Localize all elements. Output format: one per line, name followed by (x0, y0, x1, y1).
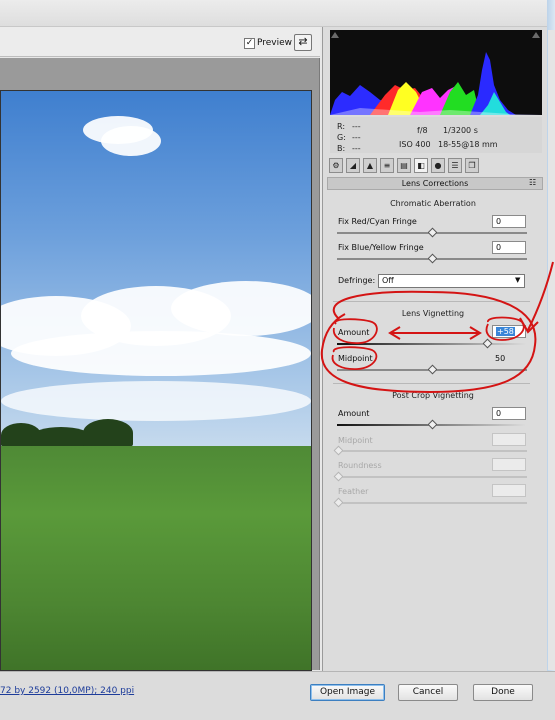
iso: ISO 400 (399, 140, 431, 149)
defringe-select[interactable]: Off (378, 274, 525, 288)
section-divider (333, 301, 530, 302)
panel-title: Lens Corrections (327, 177, 543, 190)
vignette-amount-input[interactable]: +58 (492, 325, 526, 338)
fullscreen-toggle-icon: ⇄ (298, 35, 308, 48)
done-button[interactable]: Done (473, 684, 533, 701)
vignette-amount-slider-track[interactable] (337, 343, 527, 345)
vignette-midpoint-value[interactable]: 50 (495, 354, 505, 363)
lens-info: 18-55@18 mm (438, 140, 498, 149)
basic-icon[interactable]: ⚙ (329, 158, 343, 173)
snapshots-icon[interactable]: ❐ (465, 158, 479, 173)
postcrop-amount-label: Amount (338, 409, 370, 418)
chromatic-aberration-heading: Chromatic Aberration (390, 199, 476, 208)
window-title-bar (0, 0, 555, 27)
post-crop-vignetting-heading: Post Crop Vignetting (392, 391, 474, 400)
image-canvas (0, 58, 320, 671)
panel-tabs: ⚙ ◢ ▲ ≡ ▤ ◧ ● ☰ ❐ (327, 158, 543, 175)
highlight-clipping-toggle[interactable] (532, 32, 540, 38)
cloud-shape (11, 331, 311, 376)
photo-preview[interactable] (0, 90, 312, 671)
shutter-speed: 1/3200 s (443, 126, 478, 135)
fullscreen-toggle-button[interactable]: ⇄ (294, 34, 312, 51)
blue-yellow-input[interactable]: 0 (492, 241, 526, 254)
postcrop-feather-input (492, 484, 526, 497)
r-value: --- (352, 122, 361, 131)
cloud-shape (1, 381, 311, 421)
postcrop-midpoint-slider-track (337, 450, 527, 452)
postcrop-roundness-input (492, 458, 526, 471)
aperture: f/8 (417, 126, 428, 135)
lens-vignetting-heading: Lens Vignetting (401, 309, 465, 318)
tree-line (83, 419, 133, 447)
postcrop-feather-label: Feather (338, 487, 369, 496)
cloud-shape (171, 281, 311, 336)
chevron-down-icon[interactable]: ▼ (515, 276, 520, 284)
shadow-clipping-toggle[interactable] (331, 32, 339, 38)
postcrop-feather-slider-track (337, 502, 527, 504)
camera-readout: R: --- G: --- B: --- f/8 1/3200 s ISO 40… (330, 117, 542, 153)
red-cyan-input[interactable]: 0 (492, 215, 526, 228)
postcrop-midpoint-label: Midpoint (338, 436, 373, 445)
postcrop-amount-input[interactable]: 0 (492, 407, 526, 420)
blue-yellow-label: Fix Blue/Yellow Fringe (338, 243, 424, 252)
red-cyan-label: Fix Red/Cyan Fringe (338, 217, 417, 226)
g-value: --- (352, 133, 361, 142)
defringe-label: Defringe: (338, 276, 376, 285)
panel-scrollbar[interactable] (548, 30, 555, 670)
section-divider (333, 383, 530, 384)
postcrop-roundness-label: Roundness (338, 461, 382, 470)
lens-corrections-icon[interactable]: ◧ (414, 158, 428, 173)
split-toning-icon[interactable]: ▤ (397, 158, 411, 173)
tone-curve-icon[interactable]: ◢ (346, 158, 360, 173)
hsl-icon[interactable]: ≡ (380, 158, 394, 173)
vignette-amount-label: Amount (338, 328, 370, 337)
g-label: G: (337, 133, 346, 142)
r-label: R: (337, 122, 346, 131)
workflow-options-link[interactable]: 72 by 2592 (10,0MP); 240 ppi (0, 686, 134, 696)
panel-menu-icon[interactable]: ☷ (529, 178, 536, 187)
tree-line (31, 427, 91, 447)
b-value: --- (352, 144, 361, 153)
camera-calibration-icon[interactable]: ● (431, 158, 445, 173)
postcrop-midpoint-input (492, 433, 526, 446)
histogram (330, 30, 542, 115)
preview-checkbox[interactable]: ✓ (244, 38, 255, 49)
cancel-button[interactable]: Cancel (398, 684, 458, 701)
open-image-button[interactable]: Open Image (310, 684, 385, 701)
postcrop-roundness-slider-track (337, 476, 527, 478)
presets-icon[interactable]: ☰ (448, 158, 462, 173)
vignette-amount-value: +58 (496, 327, 515, 336)
b-label: B: (337, 144, 346, 153)
grass-field (1, 446, 311, 670)
preview-label: Preview (257, 38, 293, 48)
detail-icon[interactable]: ▲ (363, 158, 377, 173)
vignette-midpoint-label: Midpoint (338, 354, 373, 363)
cloud-shape (101, 126, 161, 156)
